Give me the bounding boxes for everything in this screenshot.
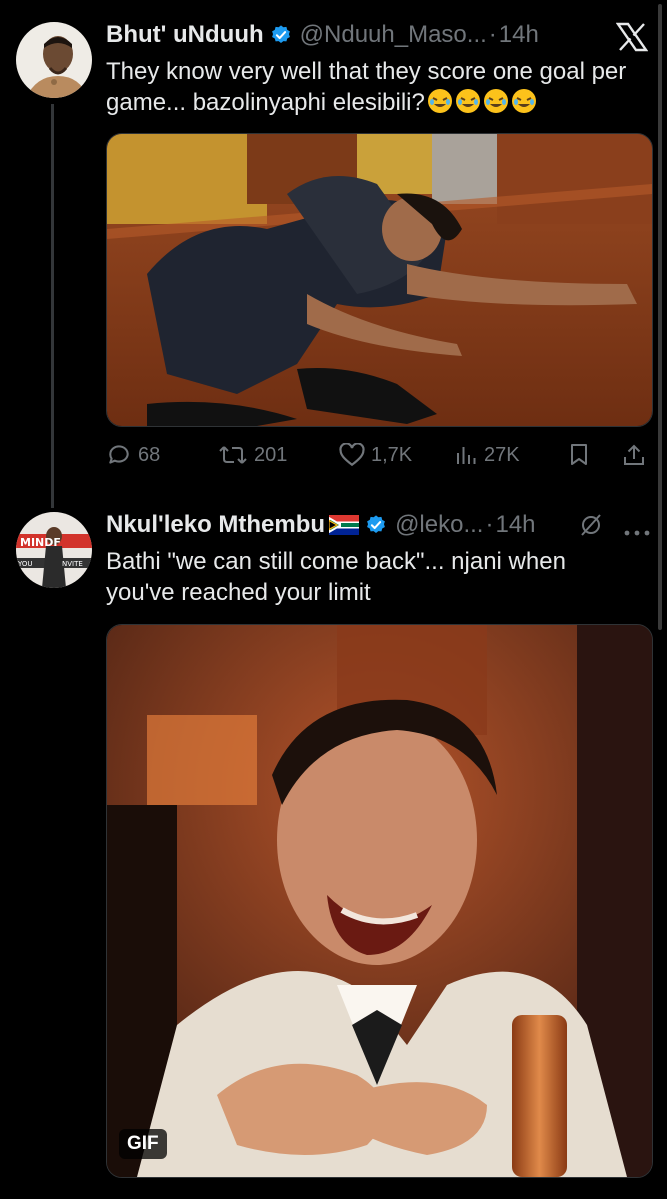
tweet[interactable]: MINDF YOU NVITE Nkul'leko Mthembu @leko.… bbox=[0, 490, 667, 1199]
more-options-icon[interactable] bbox=[624, 523, 652, 541]
tweet-text: They know very well that they score one … bbox=[106, 56, 636, 118]
tweet-actions: 68 201 1,7K 27K bbox=[106, 440, 651, 470]
rofl-emoji-icon bbox=[481, 89, 509, 116]
separator-dot: · bbox=[488, 21, 497, 48]
rofl-emoji-icon bbox=[425, 89, 453, 116]
like-button[interactable]: 1,7K bbox=[339, 443, 412, 467]
analytics-icon bbox=[457, 447, 476, 464]
repost-button[interactable]: 201 bbox=[218, 442, 287, 468]
grok-icon[interactable] bbox=[578, 512, 604, 543]
repost-icon bbox=[219, 446, 247, 464]
tweet-text-content: They know very well that they score one … bbox=[106, 58, 627, 116]
tweet-header: Nkul'leko Mthembu @leko... · 14h bbox=[106, 510, 536, 540]
share-icon bbox=[624, 444, 644, 465]
bookmark-icon bbox=[571, 444, 587, 465]
south-africa-flag-icon bbox=[329, 515, 360, 535]
rofl-emoji-icon bbox=[509, 89, 537, 116]
bookmark-button[interactable] bbox=[568, 443, 590, 467]
author-name[interactable]: Bhut' uNduuh bbox=[106, 20, 264, 50]
separator-dot: · bbox=[485, 511, 494, 538]
tweet-gif[interactable]: GIF bbox=[106, 624, 653, 1178]
timestamp[interactable]: 14h bbox=[495, 510, 535, 540]
verified-badge-icon bbox=[270, 24, 292, 46]
author-name[interactable]: Nkul'leko Mthembu bbox=[106, 510, 325, 540]
avatar[interactable] bbox=[16, 22, 92, 98]
x-logo-icon bbox=[615, 22, 649, 57]
view-count: 27K bbox=[484, 443, 520, 466]
heart-icon bbox=[339, 443, 365, 467]
tweet[interactable]: Bhut' uNduuh @Nduuh_Maso... · 14h They k… bbox=[0, 0, 667, 490]
reply-button[interactable]: 68 bbox=[106, 442, 160, 468]
tweet-text: Bathi "we can still come back"... njani … bbox=[106, 548, 566, 606]
share-button[interactable] bbox=[622, 443, 646, 467]
reply-count: 68 bbox=[138, 443, 161, 466]
tweet-header: Bhut' uNduuh @Nduuh_Maso... · 14h bbox=[106, 20, 539, 50]
avatar[interactable]: MINDF YOU NVITE bbox=[16, 512, 92, 588]
tweet-image[interactable] bbox=[106, 133, 653, 427]
author-handle[interactable]: @leko... bbox=[395, 510, 483, 540]
avatar-text-right: NVITE bbox=[62, 560, 83, 568]
reply-icon bbox=[109, 445, 129, 464]
verified-badge-icon bbox=[365, 514, 387, 536]
rofl-emoji-icon bbox=[453, 89, 481, 116]
timestamp[interactable]: 14h bbox=[499, 20, 539, 50]
author-handle[interactable]: @Nduuh_Maso... bbox=[300, 20, 487, 50]
like-count: 1,7K bbox=[371, 443, 413, 466]
avatar-text-top: MINDF bbox=[20, 536, 61, 549]
repost-count: 201 bbox=[254, 443, 288, 466]
views-button[interactable]: 27K bbox=[454, 443, 520, 467]
avatar-text-left: YOU bbox=[17, 560, 33, 568]
gif-badge: GIF bbox=[119, 1129, 167, 1159]
